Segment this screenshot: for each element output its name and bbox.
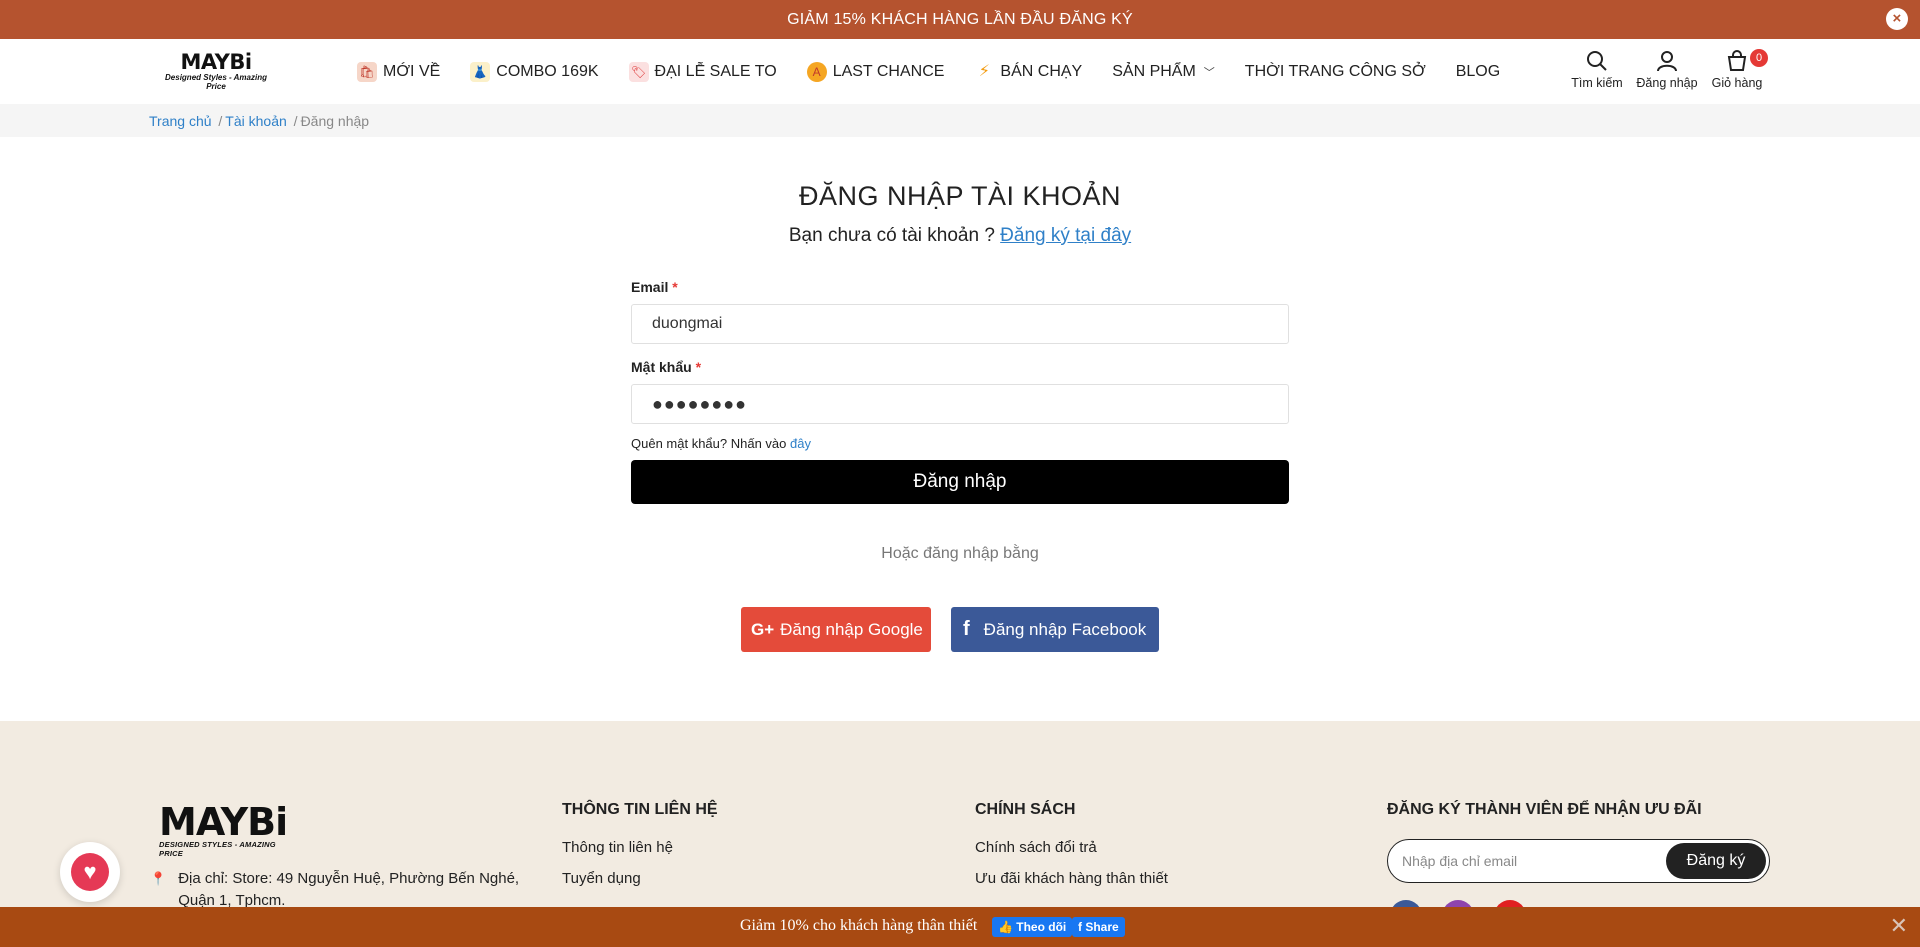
dress-icon: 👗 — [470, 61, 491, 82]
nav-item-blog[interactable]: BLOG — [1456, 63, 1500, 81]
user-icon — [1657, 51, 1677, 72]
logo-wordmark: MAYBi — [180, 50, 252, 74]
bottom-promo-bar: Giảm 10% cho khách hàng thân thiết 👍 The… — [0, 907, 1920, 947]
breadcrumb-home[interactable]: Trang chủ — [149, 113, 212, 129]
cart-count-badge: 0 — [1750, 49, 1768, 67]
search-button[interactable]: Tìm kiếm — [1562, 49, 1632, 90]
newsletter-heading: ĐĂNG KÝ THÀNH VIÊN ĐỂ NHẬN ƯU ĐÃI — [1387, 801, 1702, 818]
login-submit-button[interactable]: Đăng nhập — [631, 460, 1289, 504]
footer-address: 📍 Địa chỉ: Store: 49 Nguyễn Huệ, Phường … — [150, 868, 540, 912]
alt-login-text: Hoặc đăng nhập bằng — [881, 545, 1039, 562]
forgot-password-link[interactable]: đây — [790, 436, 811, 451]
footer-logo-wordmark: MAYBi — [159, 800, 288, 844]
breadcrumb: Trang chủ / Tài khoản / Đăng nhập — [149, 113, 369, 129]
facebook-login-button[interactable]: f Đăng nhập Facebook — [951, 607, 1159, 652]
location-pin-icon: 📍 — [150, 871, 167, 886]
footer-link[interactable]: Thông tin liên hệ — [562, 839, 718, 856]
newsletter-email-input[interactable]: Nhập địa chỉ email — [1402, 840, 1517, 882]
forgot-password: Quên mật khẩu? Nhấn vào đây — [631, 436, 1289, 451]
facebook-icon: f — [963, 618, 970, 640]
nav-item-sale[interactable]: 🏷 ĐẠI LỄ SALE TO — [628, 61, 777, 82]
breadcrumb-separator: / — [293, 113, 298, 129]
required-mark: * — [672, 279, 678, 295]
search-icon — [1587, 51, 1607, 71]
facebook-follow-button[interactable]: 👍 Theo dõi — [992, 917, 1073, 937]
nav-item-ban-chay[interactable]: ⚡ BÁN CHẠY — [974, 62, 1082, 82]
site-logo[interactable]: MAYBi Designed Styles - Amazing Price — [156, 51, 276, 91]
nav-label: SẢN PHẨM — [1112, 62, 1196, 80]
footer-link[interactable]: Ưu đãi khách hàng thân thiết — [975, 870, 1168, 887]
top-promo-bar: GIẢM 15% KHÁCH HÀNG LẦN ĐẦU ĐĂNG KÝ × — [0, 0, 1920, 39]
nav-label: ĐẠI LỄ SALE TO — [654, 62, 777, 80]
heart-icon: ♥ — [71, 853, 109, 891]
bottom-promo-text: Giảm 10% cho khách hàng thân thiết — [740, 917, 978, 934]
page-title: ĐĂNG NHẬP TÀI KHOẢN — [798, 181, 1122, 211]
footer-link[interactable]: Tuyển dụng — [562, 870, 718, 887]
nav-item-moi-ve[interactable]: 🛍 MỚI VỀ — [357, 61, 441, 82]
sale-tag-icon: 🏷 — [628, 61, 649, 82]
wishlist-floating-button[interactable]: ♥ — [60, 842, 120, 902]
shopping-bags-icon: 🛍 — [357, 61, 377, 82]
chevron-down-icon: ﹀ — [1203, 66, 1215, 79]
contact-heading: THÔNG TIN LIÊN HỆ — [562, 801, 718, 818]
google-login-button[interactable]: G+ Đăng nhập Google — [741, 607, 931, 652]
breadcrumb-account[interactable]: Tài khoản — [225, 113, 286, 129]
lightning-icon: ⚡ — [978, 62, 991, 80]
facebook-login-label: Đăng nhập Facebook — [983, 620, 1147, 639]
header-actions: Tìm kiếm Đăng nhập Giỏ hàng 0 — [1562, 49, 1772, 90]
register-link[interactable]: Đăng ký tại đây — [1000, 225, 1131, 246]
facebook-share-button[interactable]: f Share — [1072, 917, 1125, 937]
nav-label: LAST CHANCE — [832, 62, 945, 80]
nav-label: BÁN CHẠY — [1000, 62, 1083, 80]
google-plus-icon: G+ — [751, 620, 775, 639]
footer-link[interactable]: Chính sách đổi trả — [975, 839, 1168, 856]
cart-label: Giỏ hàng — [1711, 76, 1763, 90]
newsletter-submit-button[interactable]: Đăng ký — [1666, 843, 1766, 879]
nav-item-combo[interactable]: 👗 COMBO 169K — [470, 61, 599, 82]
footer-newsletter-column: ĐĂNG KÝ THÀNH VIÊN ĐỂ NHẬN ƯU ĐÃI Nhập đ… — [1387, 801, 1770, 883]
breadcrumb-separator: / — [218, 113, 223, 129]
logo-tagline: Designed Styles - Amazing Price — [165, 73, 267, 91]
breadcrumb-bar: Trang chủ / Tài khoản / Đăng nhập — [0, 104, 1920, 137]
alert-badge-icon: A — [806, 61, 827, 82]
footer-contact-column: THÔNG TIN LIÊN HỆ Thông tin liên hệ Tuyể… — [562, 801, 718, 901]
register-prompt: Bạn chưa có tài khoản ? Đăng ký tại đây — [0, 225, 1920, 247]
newsletter-form: Nhập địa chỉ email Đăng ký — [1387, 839, 1770, 883]
footer-logo[interactable]: MAYBi DESIGNED STYLES - AMAZING PRICE — [159, 800, 299, 858]
google-login-label: Đăng nhập Google — [780, 620, 923, 639]
nav-label: THỜI TRANG CÔNG SỞ — [1244, 62, 1426, 80]
required-mark: * — [695, 359, 702, 375]
nav-label: MỚI VỀ — [383, 62, 441, 80]
no-account-text: Bạn chưa có tài khoản ? — [788, 225, 995, 246]
login-form: Email * duongmai Mật khẩu * ●●●●●●●● Quê… — [631, 279, 1289, 504]
password-label: Mật khẩu * — [631, 359, 702, 375]
login-label: Đăng nhập — [1636, 76, 1698, 90]
nav-label: COMBO 169K — [496, 62, 599, 80]
nav-label: BLOG — [1455, 62, 1501, 80]
password-field[interactable]: ●●●●●●●● — [631, 384, 1289, 424]
nav-item-thoi-trang-cong-so[interactable]: THỜI TRANG CÔNG SỞ — [1245, 63, 1426, 81]
cart-button[interactable]: Giỏ hàng 0 — [1702, 49, 1772, 90]
close-promo-button[interactable]: × — [1886, 8, 1908, 30]
login-button[interactable]: Đăng nhập — [1632, 49, 1702, 90]
email-label: Email * — [631, 279, 678, 295]
breadcrumb-current: Đăng nhập — [300, 113, 370, 129]
policy-heading: CHÍNH SÁCH — [975, 801, 1076, 818]
top-promo-text: GIẢM 15% KHÁCH HÀNG LẦN ĐẦU ĐĂNG KÝ — [787, 11, 1133, 28]
site-header: MAYBi Designed Styles - Amazing Price 🛍 … — [0, 39, 1920, 104]
cart-icon — [1727, 50, 1747, 71]
forgot-text: Quên mật khẩu? Nhấn vào — [631, 436, 787, 451]
address-text: Địa chỉ: Store: 49 Nguyễn Huệ, Phường Bế… — [178, 870, 520, 909]
close-bottom-bar-button[interactable]: ✕ — [1890, 915, 1908, 937]
nav-item-last-chance[interactable]: A LAST CHANCE — [806, 61, 945, 82]
search-label: Tìm kiếm — [1571, 76, 1623, 90]
main-nav: 🛍 MỚI VỀ 👗 COMBO 169K 🏷 ĐẠI LỄ SALE TO A… — [357, 39, 1530, 104]
email-field[interactable]: duongmai — [631, 304, 1289, 344]
footer-policy-column: CHÍNH SÁCH Chính sách đổi trả Ưu đãi khá… — [975, 801, 1168, 901]
nav-item-san-pham[interactable]: SẢN PHẨM ﹀ — [1112, 63, 1215, 81]
